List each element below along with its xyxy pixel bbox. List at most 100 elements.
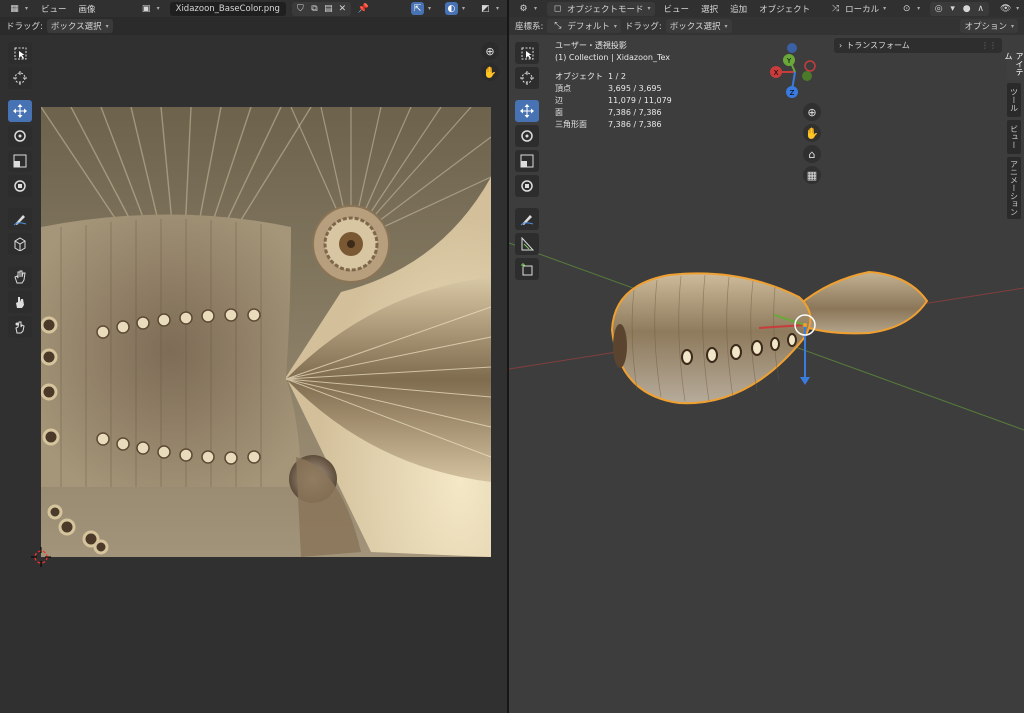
navigation-gizmo[interactable]: X Y Z [765, 40, 825, 100]
rotate-tool[interactable] [515, 125, 539, 147]
axes-icon: ⤡ [554, 21, 562, 31]
editor-type-button[interactable]: ▦ ▾ [4, 2, 32, 16]
fake-user-shield-icon[interactable]: ⛉ [294, 2, 307, 15]
tab-view[interactable]: ビュー [1007, 120, 1021, 154]
grab-hand-tool[interactable] [8, 266, 32, 288]
options-label: オプション [964, 22, 1007, 32]
uv-pan-button[interactable]: ✋ [481, 63, 499, 81]
scale-tool[interactable] [8, 150, 32, 172]
annotate-tool[interactable] [8, 208, 32, 230]
pinch-hand-tool[interactable] [8, 316, 32, 338]
options-dropdown[interactable]: オプション ▾ [960, 19, 1018, 33]
add-cube-tool[interactable] [515, 258, 539, 280]
viewport-panel: ⚙ ▾ ◻ オブジェクトモード ▾ ビュー 選択 追加 オブジェクト ⤨ ローカル ▾ ⊙… [509, 0, 1024, 713]
hand-icon: ✋ [805, 126, 819, 140]
uv-editor-panel: ▦ ▾ ビュー 画像 ▣ ▾ Xidazoon_BaseColor.png ⛉ ⧉ … [0, 0, 507, 713]
gizmo-y-label: Y [786, 57, 792, 65]
drag-select-dropdown[interactable]: ボックス選択 ▾ [46, 19, 113, 33]
new-image-icon[interactable]: ▤ [322, 2, 335, 15]
scale-tool[interactable] [515, 150, 539, 172]
viewport-scene[interactable] [509, 35, 1024, 713]
drag-select-value: ボックス選択 [50, 22, 102, 32]
stat-value: 7,386 / 7,386 [608, 120, 662, 129]
tab-view-label: ビュー [1009, 125, 1019, 149]
cursor-tool[interactable] [8, 67, 32, 89]
relax-hand-tool[interactable] [8, 291, 32, 313]
snap-dropdown-icon[interactable]: ▾ [946, 2, 959, 15]
stat-row-triangles: 三角形面 7,386 / 7,386 [555, 119, 672, 131]
menu-object[interactable]: オブジェクト [756, 3, 813, 15]
tab-item-label: アイテム [1004, 52, 1024, 76]
uv-sync-button[interactable]: ⇱ ▾ [407, 2, 435, 16]
display-channels-button[interactable]: ◩ ▾ [475, 2, 503, 16]
tab-tool[interactable]: ツール [1007, 83, 1021, 117]
orientation-setting-value: デフォルト [567, 22, 610, 32]
uv-tool-settings: ドラッグ: ボックス選択 ▾ [0, 17, 507, 35]
image-browse-button[interactable]: ▣ ▾ [136, 2, 164, 16]
stat-value: 11,079 / 11,079 [608, 96, 672, 105]
image-filename-field[interactable]: Xidazoon_BaseColor.png [169, 1, 286, 16]
select-box-tool[interactable] [8, 42, 32, 64]
transform-tool[interactable] [8, 175, 32, 197]
texture-image[interactable] [41, 107, 491, 557]
move-tool[interactable] [515, 100, 539, 122]
eye-icon: 👁 [999, 3, 1012, 14]
zoom-icon: ⊕ [807, 105, 817, 119]
overlay-button[interactable]: ◐ ▾ [441, 2, 469, 16]
move-tool[interactable] [8, 100, 32, 122]
menu-view[interactable]: ビュー [38, 3, 70, 15]
rotate-tool[interactable] [8, 125, 32, 147]
measure-tool[interactable] [515, 233, 539, 255]
transform-orientation-dropdown[interactable]: ⤨ ローカル ▾ [825, 2, 890, 16]
viewport-tool-settings: 座標系: ⤡ デフォルト ▾ ドラッグ: ボックス選択 ▾ オプション ▾ [509, 17, 1024, 35]
duplicate-image-icon[interactable]: ⧉ [308, 2, 321, 15]
drag-label: ドラッグ: [6, 22, 43, 32]
viewport-zoom-button[interactable]: ⊕ [803, 103, 821, 121]
drag-select-dropdown[interactable]: ボックス選択 ▾ [665, 19, 732, 33]
tab-animation-label: アニメーション [1009, 160, 1019, 216]
stat-key: オブジェクト [555, 72, 603, 81]
stat-row-faces: 面 7,386 / 7,386 [555, 107, 672, 119]
viewport-header: ⚙ ▾ ◻ オブジェクトモード ▾ ビュー 選択 追加 オブジェクト ⤨ ローカル ▾ ⊙… [509, 0, 1024, 17]
proportional-edit-icon[interactable]: ● [960, 2, 973, 15]
viewport-pan-button[interactable]: ✋ [803, 124, 821, 142]
mode-value: オブジェクトモード [567, 4, 644, 15]
pivot-button[interactable]: ⊙ ▾ [896, 2, 924, 16]
mode-dropdown[interactable]: ◻ オブジェクトモード ▾ [547, 1, 655, 16]
3d-viewport-icon: ⚙ [519, 3, 528, 14]
tab-tool-label: ツール [1009, 88, 1019, 112]
orientation-label: 座標系: [515, 22, 544, 32]
viewport-camera-button[interactable]: ⌂ [803, 145, 821, 163]
cursor-tool[interactable] [515, 67, 539, 89]
unlink-image-icon[interactable]: ✕ [336, 2, 349, 15]
uv-2d-cursor-icon [31, 547, 51, 567]
menu-add[interactable]: 追加 [727, 3, 750, 15]
image-icon: ▣ [141, 3, 151, 14]
pin-icon[interactable]: 📌 [357, 2, 370, 15]
transform-tool[interactable] [515, 175, 539, 197]
viewport-editor-type-button[interactable]: ⚙ ▾ [513, 2, 541, 16]
select-box-tool[interactable] [515, 42, 539, 64]
drag-handle-icon: ⋮⋮ [981, 41, 997, 50]
tab-animation[interactable]: アニメーション [1007, 157, 1021, 219]
uv-editor-header: ▦ ▾ ビュー 画像 ▣ ▾ Xidazoon_BaseColor.png ⛉ ⧉ … [0, 0, 507, 17]
overlay-icon: ◐ [444, 2, 458, 15]
menu-select[interactable]: 選択 [698, 3, 721, 15]
gizmo-x-label: X [774, 69, 779, 77]
uv-zoom-button[interactable]: ⊕ [481, 42, 499, 60]
tab-item[interactable]: アイテム [1004, 52, 1024, 80]
snap-icon[interactable]: ◎ [932, 2, 945, 15]
falloff-icon[interactable]: ∧ [974, 2, 987, 15]
menu-view[interactable]: ビュー [661, 3, 693, 15]
uv-cube-tool[interactable] [8, 233, 32, 255]
stat-value: 1 / 2 [608, 72, 626, 81]
zoom-icon: ⊕ [485, 44, 495, 58]
visibility-button[interactable]: 👁 ▾ [995, 2, 1023, 16]
menu-image[interactable]: 画像 [76, 3, 99, 15]
transform-panel-header[interactable]: › トランスフォーム ⋮⋮ [834, 38, 1002, 53]
annotate-tool[interactable] [515, 208, 539, 230]
stat-key: 面 [555, 108, 563, 117]
viewport-ortho-toggle-button[interactable]: ▦ [803, 166, 821, 184]
stat-row-vertices: 頂点 3,695 / 3,695 [555, 83, 672, 95]
orientation-dropdown[interactable]: ⤡ デフォルト ▾ [547, 19, 621, 33]
